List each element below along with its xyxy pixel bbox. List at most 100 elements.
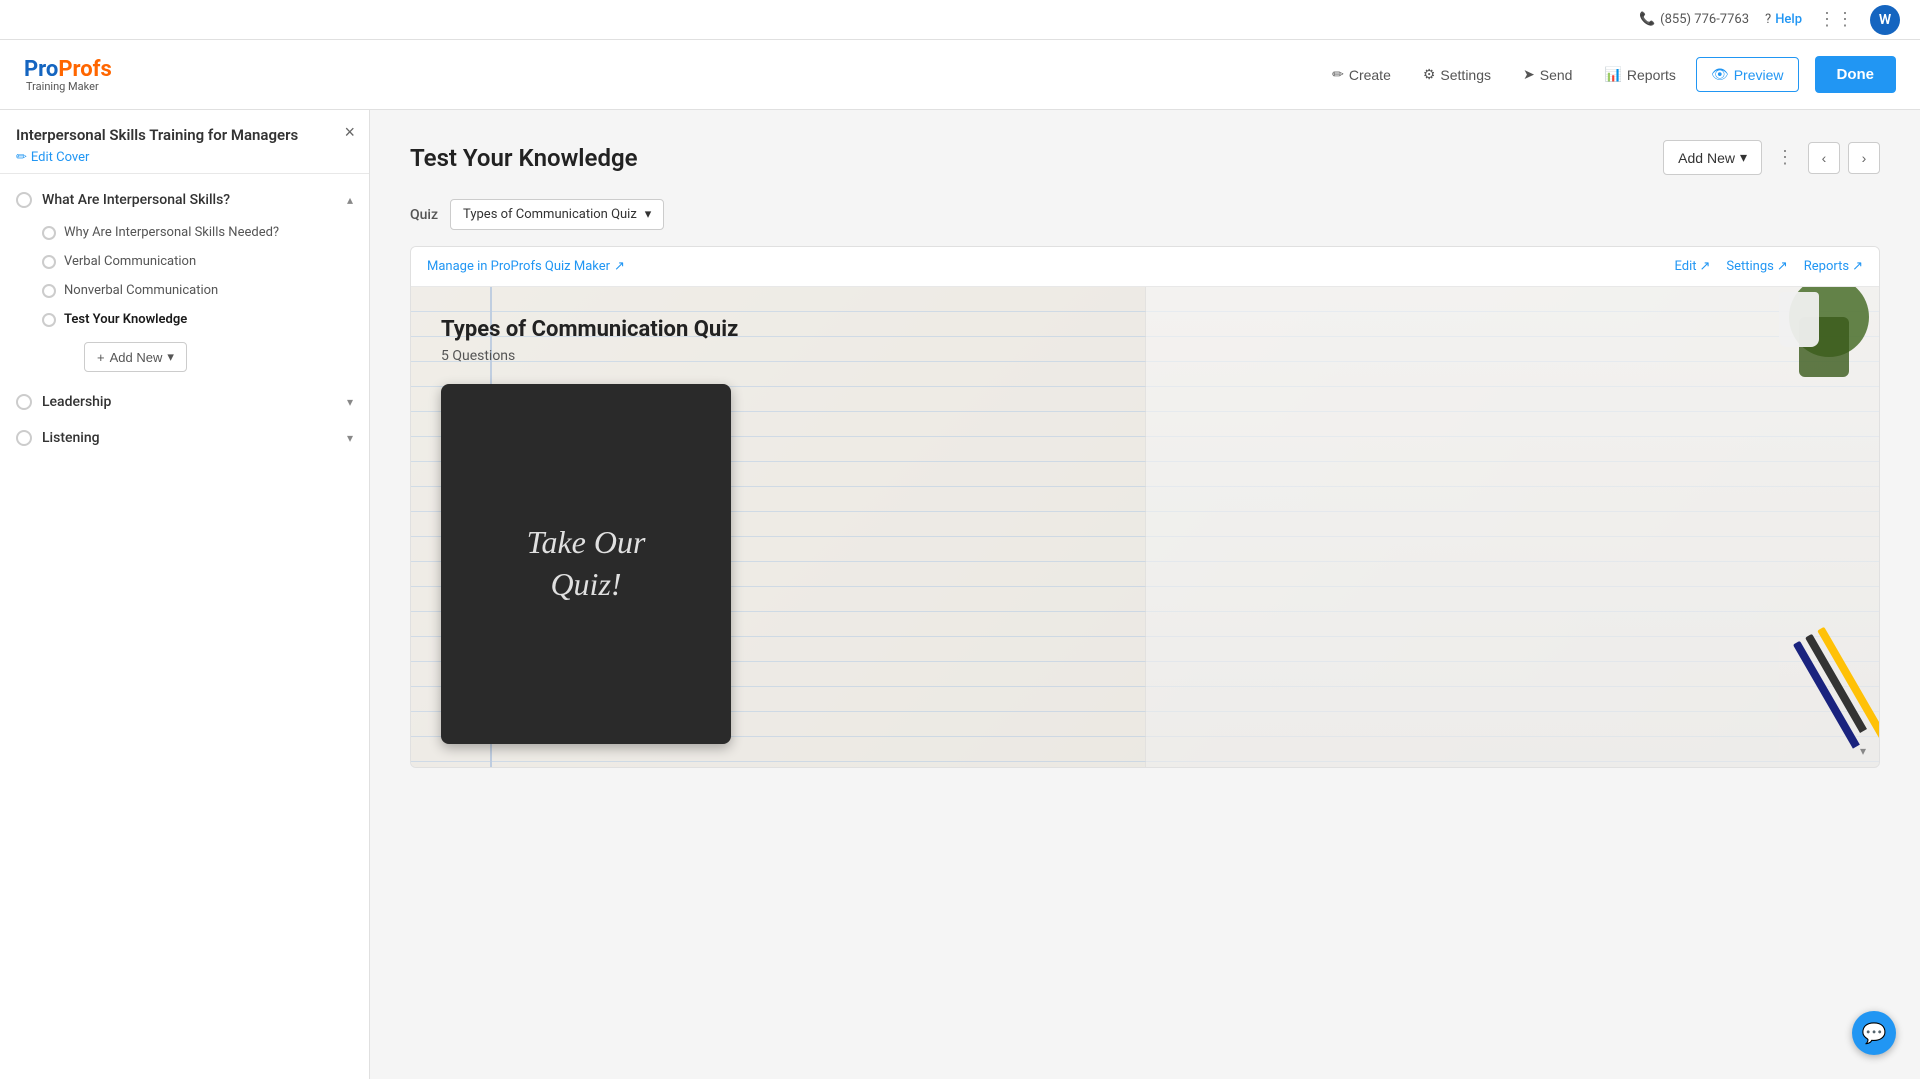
logo: ProProfs Training Maker: [24, 57, 112, 93]
chevron-right-icon: ›: [1862, 150, 1867, 166]
header-nav: ProProfs Training Maker ✏ Create ⚙ Setti…: [0, 40, 1920, 110]
external-link-icon: ↗: [614, 259, 625, 274]
nav-actions: ✏ Create ⚙ Settings ➤ Send 📊 Reports 👁 P…: [1320, 56, 1896, 93]
send-button[interactable]: ➤ Send: [1511, 58, 1584, 91]
sub-label-1-2: Verbal Communication: [64, 254, 196, 269]
quiz-edit-link[interactable]: Edit ↗: [1674, 259, 1710, 274]
quiz-label: Quiz: [410, 207, 438, 223]
sub-item-1-2[interactable]: Verbal Communication: [42, 247, 369, 276]
settings-button[interactable]: ⚙ Settings: [1411, 58, 1503, 91]
scroll-indicator[interactable]: ▾: [1855, 743, 1871, 759]
chapter-item-2: Leadership ▾: [0, 384, 369, 420]
sub-item-1-3[interactable]: Nonverbal Communication: [42, 276, 369, 305]
chapter-label-1: What Are Interpersonal Skills?: [42, 192, 230, 208]
manage-link[interactable]: Manage in ProProfs Quiz Maker ↗: [427, 259, 625, 274]
done-button[interactable]: Done: [1815, 56, 1897, 93]
chevron-down-icon-2: ▾: [347, 395, 353, 409]
pencil-icon: ✏: [16, 150, 27, 165]
external-icon-edit: ↗: [1700, 259, 1711, 274]
quiz-preview-title: Types of Communication Quiz: [441, 317, 1849, 342]
chapter-header-2[interactable]: Leadership ▾: [0, 384, 369, 420]
chapter-header-1[interactable]: What Are Interpersonal Skills? ▴: [0, 182, 369, 218]
create-icon: ✏: [1332, 66, 1344, 83]
cactus-area: [1739, 287, 1879, 397]
blackboard-text: Take Our Quiz!: [527, 522, 646, 605]
quiz-preview: Types of Communication Quiz 5 Questions …: [411, 287, 1879, 767]
chapter-item-3: Listening ▾: [0, 420, 369, 456]
quiz-card: Manage in ProProfs Quiz Maker ↗ Edit ↗ S…: [410, 246, 1880, 768]
more-options-button[interactable]: ⋮: [1770, 141, 1800, 174]
plus-icon: +: [97, 350, 105, 365]
sub-items-1: Why Are Interpersonal Skills Needed? Ver…: [0, 218, 369, 384]
phone-number: 📞 (855) 776-7763: [1639, 12, 1749, 27]
quiz-settings-link[interactable]: Settings ↗: [1726, 259, 1787, 274]
chevron-down-icon-3: ▾: [347, 431, 353, 445]
chapter-header-3[interactable]: Listening ▾: [0, 420, 369, 456]
content-area: Test Your Knowledge Add New ▾ ⋮ ‹ › Quiz…: [370, 110, 1920, 1079]
sub-radio-1-4: [42, 313, 56, 327]
preview-button[interactable]: 👁 Preview: [1696, 57, 1799, 92]
grid-icon[interactable]: ⋮⋮: [1818, 9, 1854, 30]
chevron-left-icon: ‹: [1822, 150, 1827, 166]
top-bar: 📞 (855) 776-7763 ? Help ⋮⋮ W: [0, 0, 1920, 40]
chapter-radio-2: [16, 394, 32, 410]
logo-subtitle: Training Maker: [26, 80, 112, 93]
sidebar-content: What Are Interpersonal Skills? ▴ Why Are…: [0, 174, 369, 1079]
chevron-up-icon-1: ▴: [347, 193, 353, 207]
sub-item-1-4[interactable]: Test Your Knowledge: [42, 305, 369, 334]
sub-label-1-3: Nonverbal Communication: [64, 283, 218, 298]
quiz-header-actions: Edit ↗ Settings ↗ Reports ↗: [1674, 259, 1863, 274]
chapter-item-1: What Are Interpersonal Skills? ▴ Why Are…: [0, 182, 369, 384]
reports-button[interactable]: 📊 Reports: [1592, 58, 1687, 91]
chapter-radio-3: [16, 430, 32, 446]
dropdown-icon-main: ▾: [1740, 149, 1747, 166]
create-button[interactable]: ✏ Create: [1320, 58, 1403, 91]
add-new-sub-button[interactable]: + Add New ▾: [84, 342, 187, 372]
external-icon-settings: ↗: [1777, 259, 1788, 274]
quiz-select[interactable]: Types of Communication Quiz ▾: [450, 199, 664, 230]
main-layout: Interpersonal Skills Training for Manage…: [0, 110, 1920, 1079]
external-icon-reports: ↗: [1852, 259, 1863, 274]
logo-pro-blue: Pro: [24, 57, 58, 82]
quiz-preview-questions: 5 Questions: [441, 348, 1849, 364]
settings-icon: ⚙: [1423, 66, 1436, 83]
chapter-label-2: Leadership: [42, 394, 111, 410]
chapter-label-3: Listening: [42, 430, 100, 446]
dropdown-icon: ▾: [167, 349, 174, 365]
page-title: Test Your Knowledge: [410, 144, 638, 172]
phone-icon: 📞: [1639, 12, 1655, 27]
white-cup: [1779, 292, 1819, 347]
edit-cover-link[interactable]: ✏ Edit Cover: [16, 150, 353, 165]
sub-radio-1-3: [42, 284, 56, 298]
logo-pro-orange: Profs: [58, 57, 112, 82]
reports-icon: 📊: [1604, 66, 1621, 83]
dropdown-icon-quiz: ▾: [645, 207, 652, 222]
prev-arrow-button[interactable]: ‹: [1808, 142, 1840, 174]
blackboard: Take Our Quiz!: [441, 384, 731, 744]
sub-item-1-1[interactable]: Why Are Interpersonal Skills Needed?: [42, 218, 369, 247]
help-link[interactable]: ? Help: [1765, 12, 1802, 27]
content-header: Test Your Knowledge Add New ▾ ⋮ ‹ ›: [410, 140, 1880, 175]
sidebar-header: Interpersonal Skills Training for Manage…: [0, 110, 369, 174]
sub-label-1-4: Test Your Knowledge: [64, 312, 187, 327]
sidebar: Interpersonal Skills Training for Manage…: [0, 110, 370, 1079]
chat-icon: 💬: [1862, 1021, 1887, 1046]
avatar[interactable]: W: [1870, 5, 1900, 35]
quiz-row: Quiz Types of Communication Quiz ▾: [410, 199, 1880, 230]
sidebar-title: Interpersonal Skills Training for Manage…: [16, 126, 353, 144]
content-actions: Add New ▾ ⋮ ‹ ›: [1663, 140, 1880, 175]
sub-label-1-1: Why Are Interpersonal Skills Needed?: [64, 225, 279, 240]
sub-radio-1-2: [42, 255, 56, 269]
chat-button[interactable]: 💬: [1852, 1011, 1896, 1055]
preview-icon: 👁: [1711, 66, 1729, 83]
sidebar-close-button[interactable]: ×: [344, 122, 355, 143]
add-new-main-button[interactable]: Add New ▾: [1663, 140, 1762, 175]
send-icon: ➤: [1523, 66, 1535, 83]
quiz-preview-content: Types of Communication Quiz 5 Questions …: [411, 287, 1879, 764]
sub-radio-1-1: [42, 226, 56, 240]
chapter-radio-1: [16, 192, 32, 208]
quiz-reports-link[interactable]: Reports ↗: [1804, 259, 1863, 274]
quiz-card-header: Manage in ProProfs Quiz Maker ↗ Edit ↗ S…: [411, 247, 1879, 287]
help-icon: ?: [1765, 12, 1771, 27]
next-arrow-button[interactable]: ›: [1848, 142, 1880, 174]
